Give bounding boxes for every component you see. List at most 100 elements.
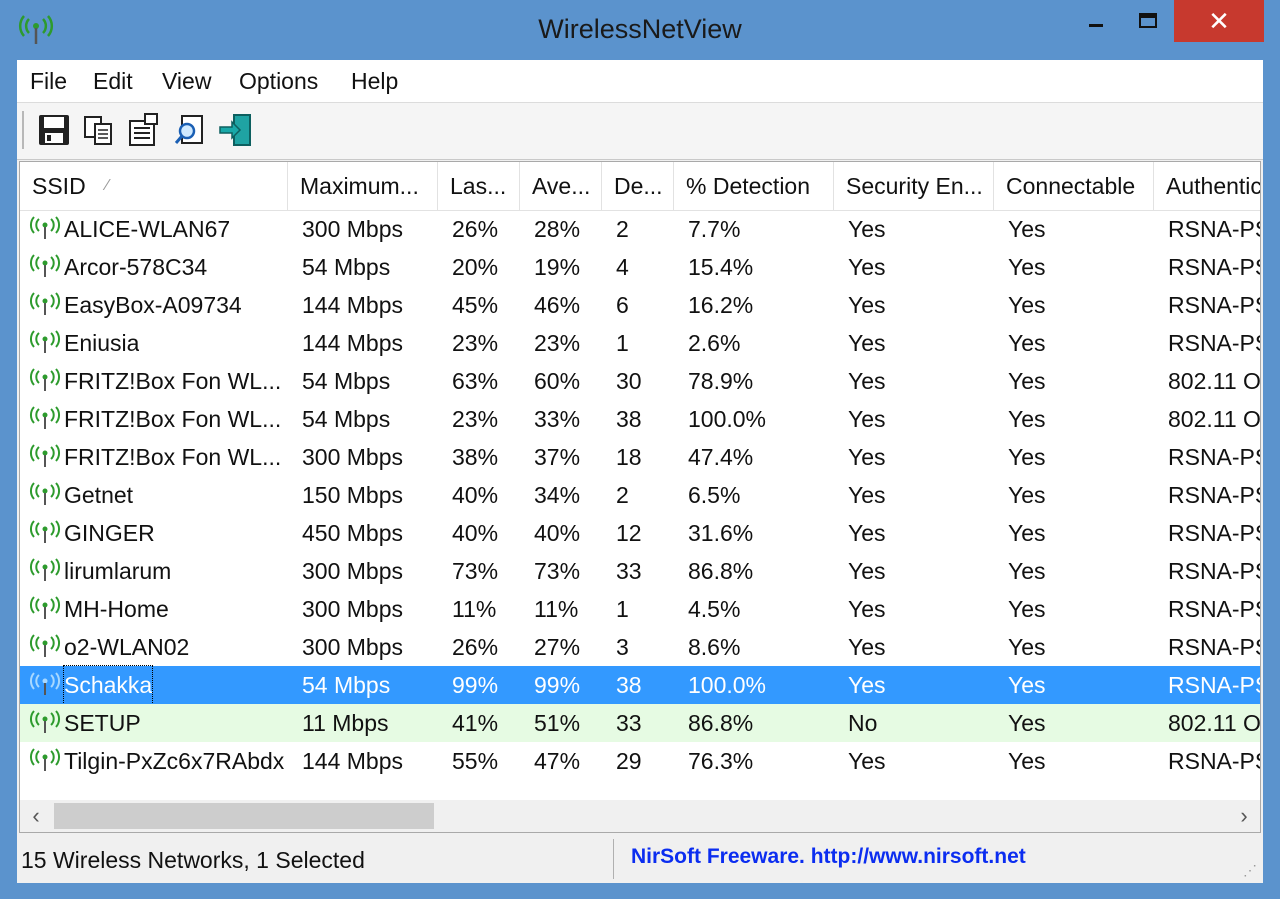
table-row[interactable]: FRITZ!Box Fon WL... 300 Mbps 38% 37% 18 47.4%… bbox=[20, 438, 1260, 476]
copy-icon[interactable] bbox=[80, 111, 118, 149]
cell-authentication: RSNA-PS bbox=[1168, 558, 1261, 584]
cell-security: Yes bbox=[848, 406, 886, 432]
table-row[interactable]: Schakka 54 Mbps 99% 99% 38 100.0% Yes Yes RSNA-P… bbox=[20, 665, 1260, 705]
column-header-detection-count[interactable]: De... bbox=[602, 162, 674, 210]
cell-average-signal: 51% bbox=[534, 710, 581, 736]
cell-ssid: GINGER bbox=[64, 520, 155, 546]
close-icon: ✕ bbox=[1208, 5, 1230, 36]
table-row[interactable]: lirumlarum 300 Mbps 73% 73% 33 86.8% Yes Yes RSN… bbox=[20, 552, 1261, 590]
cell-detection-percent: 4.5% bbox=[688, 596, 741, 622]
scroll-right-icon[interactable]: › bbox=[1228, 800, 1260, 832]
close-button[interactable]: ✕ bbox=[1174, 0, 1264, 42]
cell-security: Yes bbox=[848, 292, 886, 318]
cell-ssid: FRITZ!Box Fon WL... bbox=[64, 368, 282, 394]
cell-average-signal: 33% bbox=[534, 406, 581, 432]
cell-authentication: RSNA-PS bbox=[1168, 634, 1261, 660]
table-row[interactable]: Arcor-578C34 54 Mbps 20% 19% 4 15.4% Yes Yes RSN… bbox=[20, 248, 1260, 286]
cell-detection-percent: 47.4% bbox=[688, 444, 754, 470]
scroll-thumb[interactable] bbox=[54, 803, 434, 829]
cell-last-signal: 40% bbox=[452, 520, 499, 546]
cell-max-speed: 54 Mbps bbox=[302, 254, 391, 280]
table-row[interactable]: GINGER 450 Mbps 40% 40% 12 31.6% Yes Yes RSNA-PS bbox=[20, 514, 1260, 552]
table-row[interactable]: o2-WLAN02 300 Mbps 26% 27% 3 8.6% Yes Yes RSNA-P… bbox=[20, 628, 1261, 666]
cell-security: Yes bbox=[848, 596, 886, 622]
wireless-signal-icon bbox=[30, 520, 60, 543]
column-header-connectable[interactable]: Connectable bbox=[994, 162, 1154, 210]
wireless-signal-icon bbox=[30, 710, 60, 733]
cell-max-speed: 144 Mbps bbox=[302, 330, 404, 356]
menu-file[interactable]: File bbox=[30, 68, 67, 95]
status-count: 15 Wireless Networks, 1 Selected bbox=[21, 847, 365, 873]
cell-last-signal: 45% bbox=[452, 292, 499, 318]
save-icon[interactable] bbox=[35, 111, 73, 149]
column-header-average[interactable]: Ave... bbox=[520, 162, 602, 210]
table-row[interactable]: FRITZ!Box Fon WL... 54 Mbps 23% 33% 38 100.0%… bbox=[20, 400, 1260, 438]
table-row[interactable]: EasyBox-A09734 144 Mbps 45% 46% 6 16.2% Yes Yes… bbox=[20, 286, 1260, 324]
wireless-signal-icon bbox=[30, 292, 60, 315]
cell-last-signal: 23% bbox=[452, 330, 499, 356]
cell-detection-percent: 2.6% bbox=[688, 330, 741, 356]
cell-ssid: FRITZ!Box Fon WL... bbox=[64, 406, 282, 432]
table-row[interactable]: FRITZ!Box Fon WL... 54 Mbps 63% 60% 30 78.9% Y… bbox=[20, 362, 1260, 400]
cell-ssid: EasyBox-A09734 bbox=[64, 292, 242, 318]
app-window: WirelessNetView ✕ File Edit View Options… bbox=[0, 0, 1280, 899]
cell-connectable: Yes bbox=[1008, 406, 1046, 432]
cell-detection-count: 33 bbox=[616, 710, 642, 736]
menu-options[interactable]: Options bbox=[239, 68, 318, 95]
column-header-authentication[interactable]: Authentic bbox=[1154, 162, 1260, 210]
table-row[interactable]: Tilgin-PxZc6x7RAbdx 144 Mbps 55% 47% 29 76.3%… bbox=[20, 742, 1260, 780]
client-area: File Edit View Options Help SSID ∕ Maxim… bbox=[17, 60, 1263, 883]
cell-connectable: Yes bbox=[1008, 216, 1046, 242]
cell-detection-count: 1 bbox=[616, 596, 629, 622]
column-header-security[interactable]: Security En... bbox=[834, 162, 994, 210]
cell-detection-count: 4 bbox=[616, 254, 629, 280]
cell-average-signal: 19% bbox=[534, 254, 581, 280]
cell-average-signal: 46% bbox=[534, 292, 581, 318]
sort-indicator-icon: ∕ bbox=[106, 177, 109, 194]
table-row[interactable]: Eniusia 144 Mbps 23% 23% 1 2.6% Yes Yes RSNA-PS bbox=[20, 324, 1260, 362]
menu-edit[interactable]: Edit bbox=[93, 68, 133, 95]
column-header-ssid[interactable]: SSID ∕ bbox=[20, 162, 288, 210]
cell-security: Yes bbox=[848, 368, 886, 394]
column-header-label: SSID bbox=[32, 173, 86, 199]
column-header-detection-percent[interactable]: % Detection bbox=[674, 162, 834, 210]
scroll-left-icon[interactable]: ‹ bbox=[20, 800, 52, 832]
nirsoft-link[interactable]: NirSoft Freeware. http://www.nirsoft.net bbox=[631, 845, 1026, 869]
cell-security: Yes bbox=[848, 482, 886, 508]
find-icon[interactable] bbox=[172, 111, 210, 149]
networks-list[interactable]: SSID ∕ Maximum... Las... Ave... De... % … bbox=[19, 161, 1261, 833]
cell-ssid: SETUP bbox=[64, 710, 141, 736]
cell-last-signal: 23% bbox=[452, 406, 499, 432]
column-header-last[interactable]: Las... bbox=[438, 162, 520, 210]
cell-last-signal: 20% bbox=[452, 254, 499, 280]
cell-connectable: Yes bbox=[1008, 254, 1046, 280]
horizontal-scrollbar[interactable]: ‹ › bbox=[20, 800, 1260, 832]
resize-grip-icon[interactable]: ⋰ bbox=[1243, 862, 1257, 879]
table-row[interactable]: MH-Home 300 Mbps 11% 11% 1 4.5% Yes Yes RSNA-PS bbox=[20, 590, 1260, 628]
table-row[interactable]: ALICE-WLAN67 300 Mbps 26% 28% 2 7.7% Yes Yes RSN… bbox=[20, 210, 1260, 248]
maximize-button[interactable] bbox=[1124, 0, 1172, 42]
menu-view[interactable]: View bbox=[162, 68, 211, 95]
table-row[interactable]: Getnet 150 Mbps 40% 34% 2 6.5% Yes Yes RSNA-PS bbox=[20, 476, 1260, 514]
menu-help[interactable]: Help bbox=[351, 68, 398, 95]
table-row[interactable]: SETUP 11 Mbps 41% 51% 33 86.8% No Yes 802.11 Op bbox=[20, 704, 1260, 742]
properties-icon[interactable] bbox=[125, 111, 163, 149]
cell-average-signal: 28% bbox=[534, 216, 581, 242]
cell-security: Yes bbox=[848, 558, 886, 584]
cell-average-signal: 99% bbox=[534, 672, 581, 698]
cell-last-signal: 11% bbox=[452, 596, 497, 622]
cell-detection-count: 38 bbox=[616, 406, 642, 432]
cell-detection-count: 38 bbox=[616, 672, 642, 698]
cell-last-signal: 55% bbox=[452, 748, 499, 774]
cell-max-speed: 450 Mbps bbox=[302, 520, 404, 546]
cell-connectable: Yes bbox=[1008, 482, 1046, 508]
cell-detection-percent: 86.8% bbox=[688, 710, 754, 736]
cell-average-signal: 23% bbox=[534, 330, 581, 356]
cell-detection-percent: 6.5% bbox=[688, 482, 741, 508]
cell-average-signal: 73% bbox=[534, 558, 581, 584]
column-header-maximum[interactable]: Maximum... bbox=[288, 162, 438, 210]
title-bar[interactable]: WirelessNetView ✕ bbox=[0, 0, 1280, 60]
minimize-button[interactable] bbox=[1074, 0, 1118, 42]
exit-icon[interactable] bbox=[218, 111, 256, 149]
cell-max-speed: 300 Mbps bbox=[302, 596, 404, 622]
